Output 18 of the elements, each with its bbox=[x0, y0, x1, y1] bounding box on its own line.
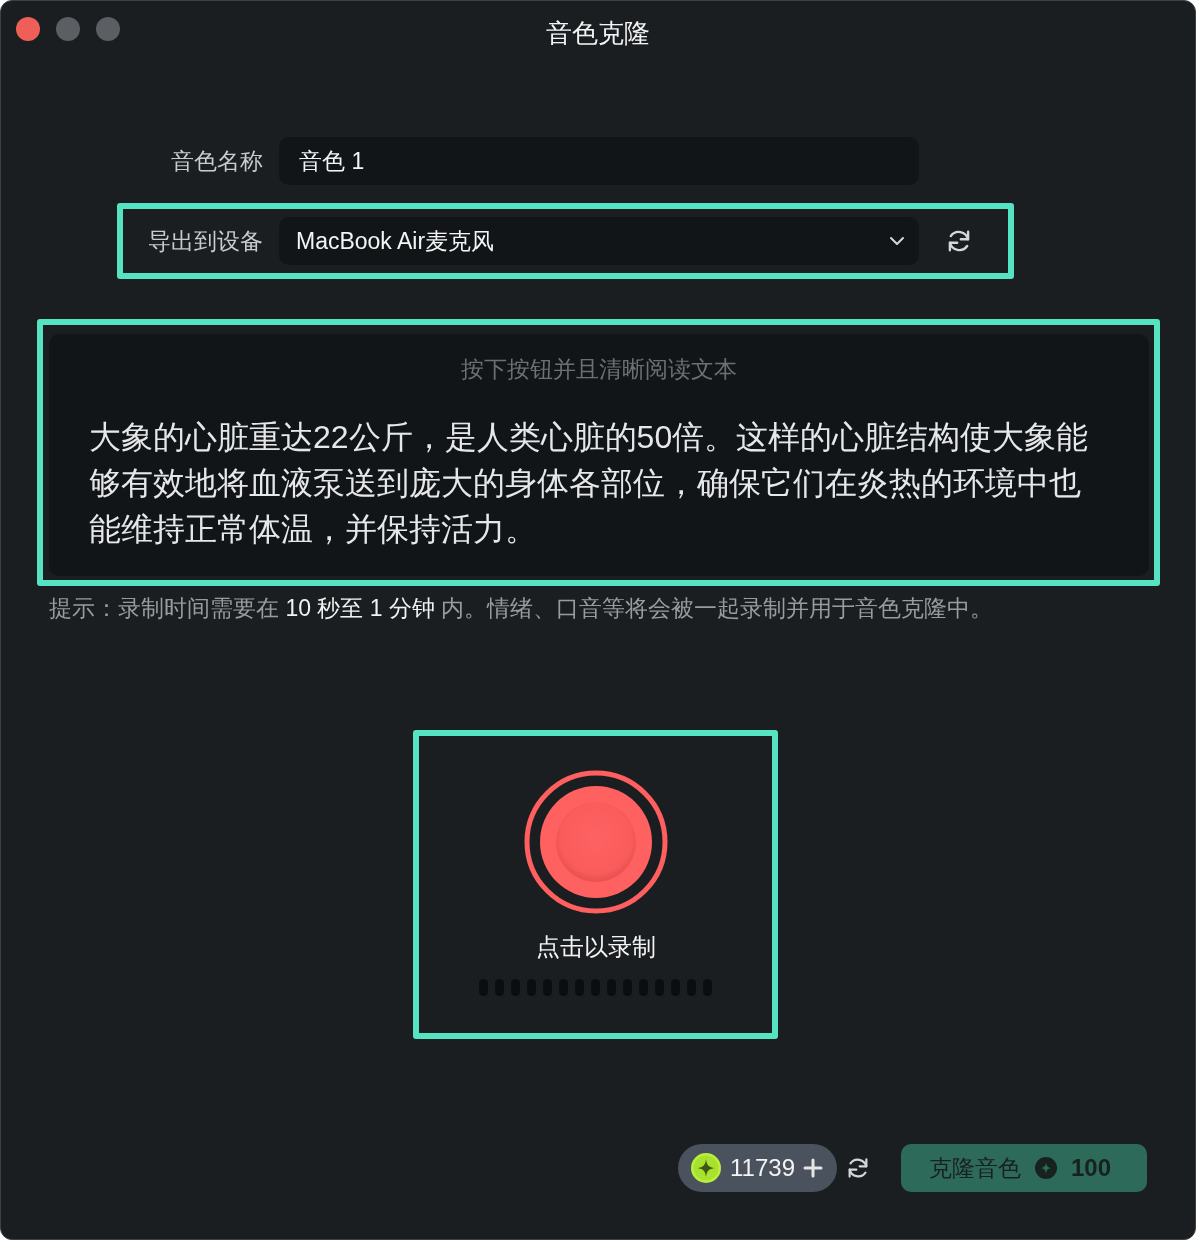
sparkle-coin-icon bbox=[691, 1153, 722, 1183]
refresh-icon[interactable] bbox=[847, 1157, 869, 1179]
field-label: 导出到设备 bbox=[147, 227, 263, 256]
record-label: 点击以录制 bbox=[535, 932, 656, 962]
credits-count: 11739 bbox=[730, 1153, 795, 1183]
chevron-down-icon bbox=[889, 236, 905, 246]
sparkle-coin-icon bbox=[1035, 1157, 1057, 1179]
plus-icon[interactable] bbox=[803, 1158, 823, 1178]
reading-text: 大象的心脏重达22公斤，是人类心脏的50倍。这样的心脏结构使大象能够有效地将血液泵送到庞大的身体各部位，确保它们在炎热的环境中也能维持正常体温，并保持活力。 bbox=[89, 418, 1090, 549]
refresh-icon[interactable] bbox=[947, 229, 971, 253]
window-title: 音色克隆 bbox=[546, 16, 650, 50]
reading-instruction: 按下按钮并且清晰阅读文本 bbox=[460, 355, 738, 384]
hint-text: 提示：录制时间需要在 10 秒至 1 分钟 内。情绪、口音等将会被一起录制并用于音色克隆中。 bbox=[49, 594, 994, 623]
device-select[interactable]: MacBook Air麦克风 bbox=[279, 217, 919, 265]
close-button[interactable] bbox=[16, 17, 40, 41]
name-input[interactable]: 音色 1 bbox=[279, 137, 919, 185]
record-button[interactable] bbox=[523, 770, 668, 914]
field-label: 音色名称 bbox=[170, 147, 263, 176]
